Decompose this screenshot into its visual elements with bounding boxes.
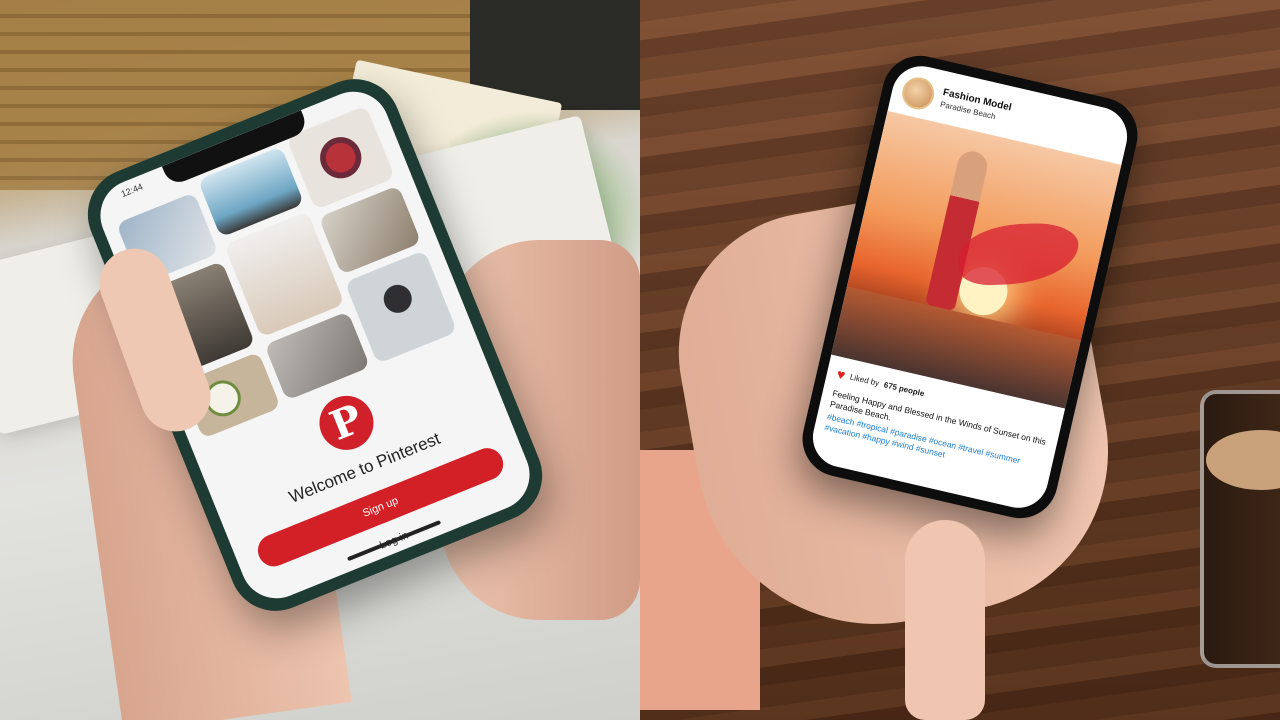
liked-by-label: Liked by (849, 371, 881, 388)
avatar[interactable] (899, 74, 938, 113)
left-photo-panel: 12:44 P Welcome to Pinterest Sign up Log… (0, 0, 640, 720)
right-photo-panel: Fashion Model Paradise Beach ♥ Liked by … (640, 0, 1280, 720)
sea (831, 286, 1081, 409)
red-scarf (957, 222, 1080, 287)
pointing-finger (905, 520, 985, 720)
status-time: 12:44 (119, 181, 145, 200)
liked-count[interactable]: 675 people (883, 380, 925, 398)
heart-icon[interactable]: ♥ (835, 366, 847, 383)
pinterest-logo-icon: P (311, 387, 382, 459)
